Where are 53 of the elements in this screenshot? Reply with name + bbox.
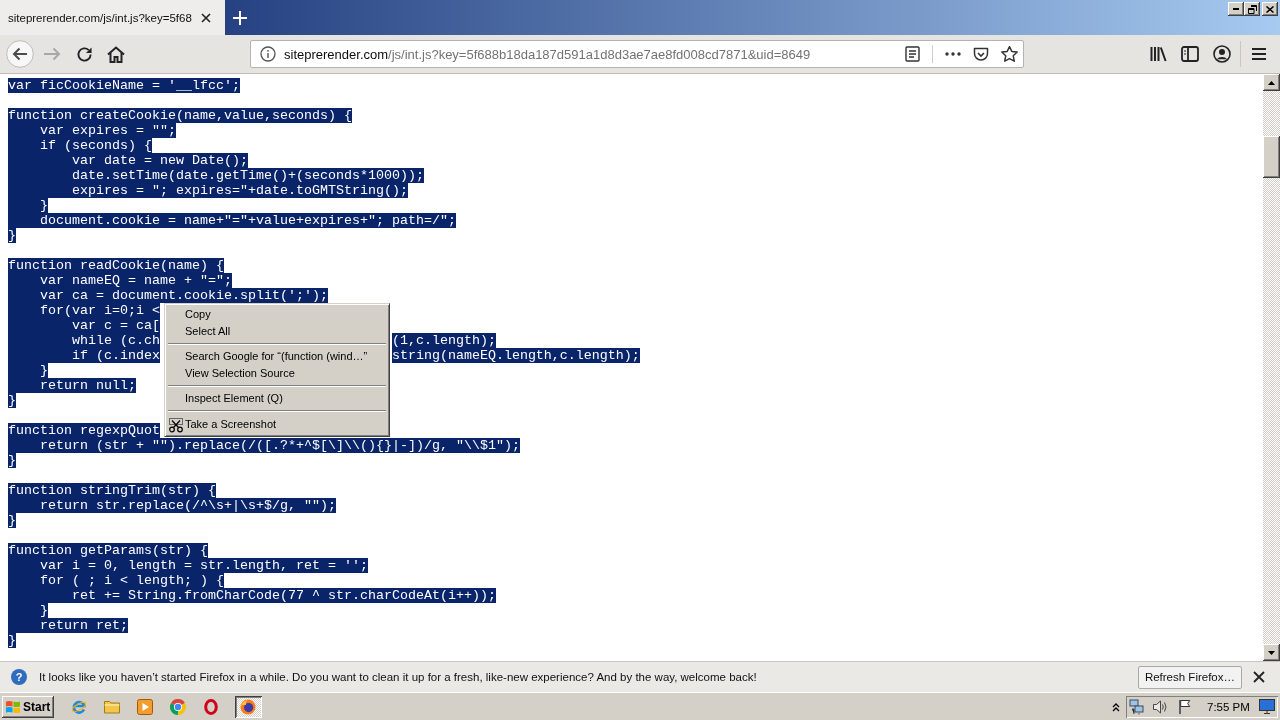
play-icon[interactable]: [137, 698, 153, 715]
plus-icon[interactable]: [233, 10, 247, 25]
close-button[interactable]: [1262, 2, 1278, 16]
speaker-icon[interactable]: [1152, 698, 1168, 715]
folder-icon[interactable]: [104, 699, 120, 714]
dots-icon[interactable]: [945, 52, 961, 56]
restore-button[interactable]: [1244, 2, 1260, 16]
flag-icon: [5, 699, 21, 714]
code-line-end: string(nameEQ.length,c.length);: [391, 348, 640, 363]
books-icon[interactable]: [1149, 46, 1167, 62]
caret-down-icon: [1268, 650, 1275, 655]
minimize-icon: [1233, 8, 1239, 10]
caret-up-icon[interactable]: [1112, 701, 1120, 712]
restore-icon: [1247, 4, 1257, 14]
code-line-end: (1,c.length);: [391, 333, 496, 348]
close-icon[interactable]: [1253, 671, 1265, 683]
arrow-left-icon[interactable]: [6, 40, 34, 68]
document-lines-icon[interactable]: [904, 46, 920, 62]
minimize-button[interactable]: [1228, 2, 1244, 16]
info-icon[interactable]: [260, 46, 276, 62]
clock[interactable]: 7:55 PM: [1207, 700, 1250, 713]
taskbar-window-button[interactable]: [234, 695, 262, 718]
address-bar[interactable]: siteprerender.com/js/int.js?key=5f688b18da187d591a1d8d3ae7ae8fd008cd7871&uid=8649: [250, 40, 1024, 68]
segmented-circle-icon[interactable]: [170, 698, 186, 715]
menu-item[interactable]: View Selection Source: [167, 365, 387, 382]
flag-icon[interactable]: [1178, 698, 1192, 715]
sidebar-icon[interactable]: [1181, 46, 1199, 62]
menu-item[interactable]: Take a Screenshot: [167, 415, 387, 434]
menu-icon[interactable]: [1251, 47, 1267, 61]
notification-message: It looks like you haven’t started Firefox in a while. Do you want to clean it up for a fresh, like-new experience? And by the way, welcome back!: [39, 671, 757, 683]
refresh-button[interactable]: Refresh Firefox…: [1137, 665, 1242, 689]
fox-globe-icon: [240, 698, 256, 715]
user-circle-icon[interactable]: [1213, 45, 1231, 63]
menu-item[interactable]: Inspect Element (Q): [167, 390, 387, 407]
circular-arrow-icon[interactable]: [75, 45, 93, 63]
monitor-icon[interactable]: [1259, 699, 1275, 714]
network-icon[interactable]: [1129, 698, 1145, 715]
browser-tab[interactable]: siteprerender.com/js/int.js?key=5f68: [0, 0, 225, 35]
scroll-down-button[interactable]: [1263, 644, 1280, 661]
close-icon: [1266, 5, 1274, 13]
close-icon[interactable]: [201, 12, 211, 23]
help-icon: ?: [11, 669, 27, 685]
scroll-up-button[interactable]: [1263, 74, 1280, 91]
scrollbar-thumb[interactable]: [1263, 136, 1280, 178]
menu-item[interactable]: Select All: [167, 323, 387, 340]
menu-item[interactable]: Search Google for “(function (wind…”: [167, 348, 387, 365]
menu-item[interactable]: Copy: [167, 306, 387, 323]
caret-up-icon: [1268, 80, 1275, 85]
start-button[interactable]: Start: [2, 695, 54, 718]
house-icon[interactable]: [107, 45, 125, 63]
ring-icon[interactable]: [204, 698, 218, 715]
star-icon[interactable]: [1000, 46, 1018, 62]
shield-chevron-icon[interactable]: [973, 46, 989, 62]
